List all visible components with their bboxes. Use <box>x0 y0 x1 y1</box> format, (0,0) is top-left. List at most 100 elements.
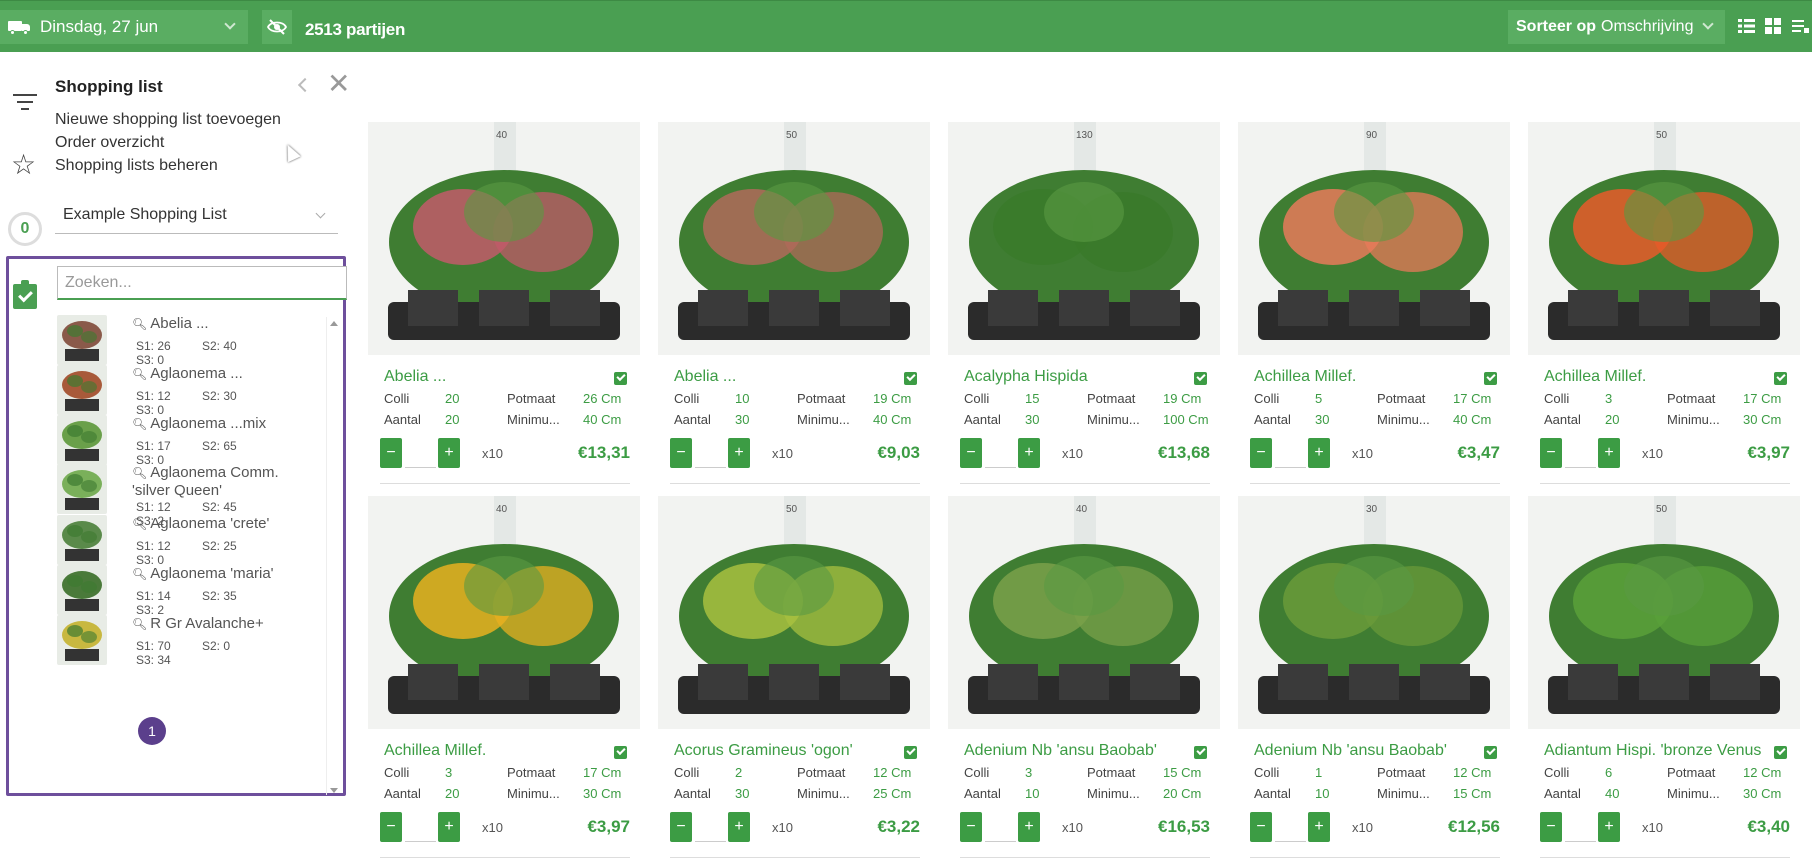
close-icon[interactable]: ✕ <box>327 70 350 98</box>
increase-button[interactable]: + <box>1018 812 1040 842</box>
product-name[interactable]: Acorus Gramineus 'ogon' <box>674 742 894 760</box>
divider <box>1540 483 1790 484</box>
shopping-list-select[interactable]: Example Shopping List <box>55 202 338 234</box>
increase-button[interactable]: + <box>728 438 750 468</box>
potmaat-label: Potmaat <box>1087 391 1136 406</box>
new-shopping-list-link[interactable]: Nieuwe shopping list toevoegen <box>55 108 281 131</box>
checkbox-icon[interactable] <box>1774 372 1787 385</box>
decrease-button[interactable]: − <box>1540 812 1562 842</box>
checkbox-icon[interactable] <box>904 746 917 759</box>
quantity-input[interactable] <box>1275 438 1306 468</box>
potmaat-value: 12 Cm <box>1743 765 1782 780</box>
product-card[interactable]: 130 Acalypha Hispida Colli 15 Potmaat 19… <box>948 122 1220 488</box>
product-card[interactable]: 40 Adenium Nb 'ansu Baobab' Colli 3 Potm… <box>948 496 1220 862</box>
product-specs-row: Colli 6 Potmaat 12 Cm <box>1528 765 1800 781</box>
checkbox-icon[interactable] <box>614 372 627 385</box>
product-image[interactable]: 40 <box>368 496 640 729</box>
quantity-input[interactable] <box>985 812 1016 842</box>
product-image[interactable]: 30 <box>1238 496 1510 729</box>
search-icon: 🔍︎ <box>132 617 148 631</box>
cart-count-badge[interactable]: 0 <box>8 212 42 246</box>
product-image[interactable]: 90 <box>1238 122 1510 355</box>
list-item[interactable]: 🔍︎ Aglaonema ...mix S1: 17 S2: 65S3: 0 <box>57 415 317 467</box>
increase-button[interactable]: + <box>728 812 750 842</box>
checkbox-icon[interactable] <box>1774 746 1787 759</box>
detail-list-icon[interactable] <box>1792 18 1809 34</box>
increase-button[interactable]: + <box>1308 438 1330 468</box>
decrease-button[interactable]: − <box>1250 812 1272 842</box>
product-name[interactable]: Adiantum Hispi. 'bronze Venus <box>1544 742 1764 760</box>
list-item[interactable]: 🔍︎ Aglaonema Comm. 'silver Queen' S1: 12 S… <box>57 464 317 528</box>
decrease-button[interactable]: − <box>670 812 692 842</box>
list-item[interactable]: 🔍︎ Aglaonema 'crete' S1: 12 S2: 25S3: 0 <box>57 515 317 567</box>
filter-icon[interactable] <box>13 94 37 115</box>
quantity-input[interactable] <box>695 812 726 842</box>
product-image[interactable]: 50 <box>1528 496 1800 729</box>
list-item[interactable]: 🔍︎ R Gr Avalanche+ S1: 70 S2: 0S3: 34 <box>57 615 317 667</box>
product-name[interactable]: Adenium Nb 'ansu Baobab' <box>1254 742 1474 760</box>
delivery-date-select[interactable]: Dinsdag, 27 jun <box>0 10 248 44</box>
decrease-button[interactable]: − <box>960 438 982 468</box>
list-item[interactable]: 🔍︎ Aglaonema ... S1: 12 S2: 30S3: 0 <box>57 365 317 417</box>
decrease-button[interactable]: − <box>670 438 692 468</box>
list-item[interactable]: 🔍︎ Aglaonema 'maria' S1: 14 S2: 35S3: 2 <box>57 565 317 617</box>
product-image[interactable]: 40 <box>948 496 1220 729</box>
page-number[interactable]: 1 <box>138 717 166 745</box>
product-card[interactable]: 50 Achillea Millef. Colli 3 Potmaat 17 C… <box>1528 122 1800 488</box>
quantity-input[interactable] <box>1565 438 1596 468</box>
decrease-button[interactable]: − <box>380 438 402 468</box>
increase-button[interactable]: + <box>438 812 460 842</box>
product-name[interactable]: Acalypha Hispida <box>964 368 1184 386</box>
hide-toggle-button[interactable] <box>262 10 292 44</box>
list-item[interactable]: 🔍︎ Abelia ... S1: 26 S2: 40S3: 0 <box>57 315 317 367</box>
product-image[interactable]: 50 <box>658 122 930 355</box>
quantity-input[interactable] <box>405 812 436 842</box>
increase-button[interactable]: + <box>438 438 460 468</box>
scrollbar[interactable] <box>326 317 340 795</box>
checkbox-icon[interactable] <box>1484 746 1497 759</box>
grid-view-icon[interactable] <box>1765 18 1782 34</box>
chevron-left-icon[interactable] <box>297 77 313 93</box>
checkbox-icon[interactable] <box>1194 746 1207 759</box>
star-icon[interactable]: ☆ <box>11 151 36 179</box>
checkbox-icon[interactable] <box>614 746 627 759</box>
quantity-input[interactable] <box>405 438 436 468</box>
product-image[interactable]: 50 <box>658 496 930 729</box>
product-card[interactable]: 40 Achillea Millef. Colli 3 Potmaat 17 C… <box>368 496 640 862</box>
product-name[interactable]: Achillea Millef. <box>384 742 604 760</box>
product-image[interactable]: 130 <box>948 122 1220 355</box>
increase-button[interactable]: + <box>1018 438 1040 468</box>
decrease-button[interactable]: − <box>960 812 982 842</box>
product-name[interactable]: Abelia ... <box>384 368 604 386</box>
increase-button[interactable]: + <box>1598 438 1620 468</box>
decrease-button[interactable]: − <box>380 812 402 842</box>
product-image[interactable]: 50 <box>1528 122 1800 355</box>
quantity-input[interactable] <box>985 438 1016 468</box>
product-name[interactable]: Achillea Millef. <box>1254 368 1474 386</box>
decrease-button[interactable]: − <box>1540 438 1562 468</box>
quantity-input[interactable] <box>1275 812 1306 842</box>
product-name[interactable]: Adenium Nb 'ansu Baobab' <box>964 742 1184 760</box>
product-card[interactable]: 90 Achillea Millef. Colli 5 Potmaat 17 C… <box>1238 122 1510 488</box>
list-view-icon[interactable] <box>1738 18 1755 34</box>
product-card[interactable]: 30 Adenium Nb 'ansu Baobab' Colli 1 Potm… <box>1238 496 1510 862</box>
checkbox-icon[interactable] <box>904 372 917 385</box>
product-name[interactable]: Abelia ... <box>674 368 894 386</box>
decrease-button[interactable]: − <box>1250 438 1272 468</box>
product-image[interactable]: 40 <box>368 122 640 355</box>
product-name[interactable]: Achillea Millef. <box>1544 368 1764 386</box>
order-overview-link[interactable]: Order overzicht <box>55 131 281 154</box>
sort-select[interactable]: Sorteer op Omschrijving <box>1508 10 1725 44</box>
quantity-input[interactable] <box>1565 812 1596 842</box>
search-input[interactable] <box>57 266 347 300</box>
product-card[interactable]: 50 Acorus Gramineus 'ogon' Colli 2 Potma… <box>658 496 930 862</box>
manage-shopping-lists-link[interactable]: Shopping lists beheren <box>55 154 281 177</box>
product-card[interactable]: 50 Adiantum Hispi. 'bronze Venus Colli 6… <box>1528 496 1800 862</box>
checkbox-icon[interactable] <box>1194 372 1207 385</box>
quantity-input[interactable] <box>695 438 726 468</box>
checkbox-icon[interactable] <box>1484 372 1497 385</box>
product-card[interactable]: 40 Abelia ... Colli 20 Potmaat 26 Cm Aan… <box>368 122 640 488</box>
increase-button[interactable]: + <box>1598 812 1620 842</box>
increase-button[interactable]: + <box>1308 812 1330 842</box>
product-card[interactable]: 50 Abelia ... Colli 10 Potmaat 19 Cm Aan… <box>658 122 930 488</box>
